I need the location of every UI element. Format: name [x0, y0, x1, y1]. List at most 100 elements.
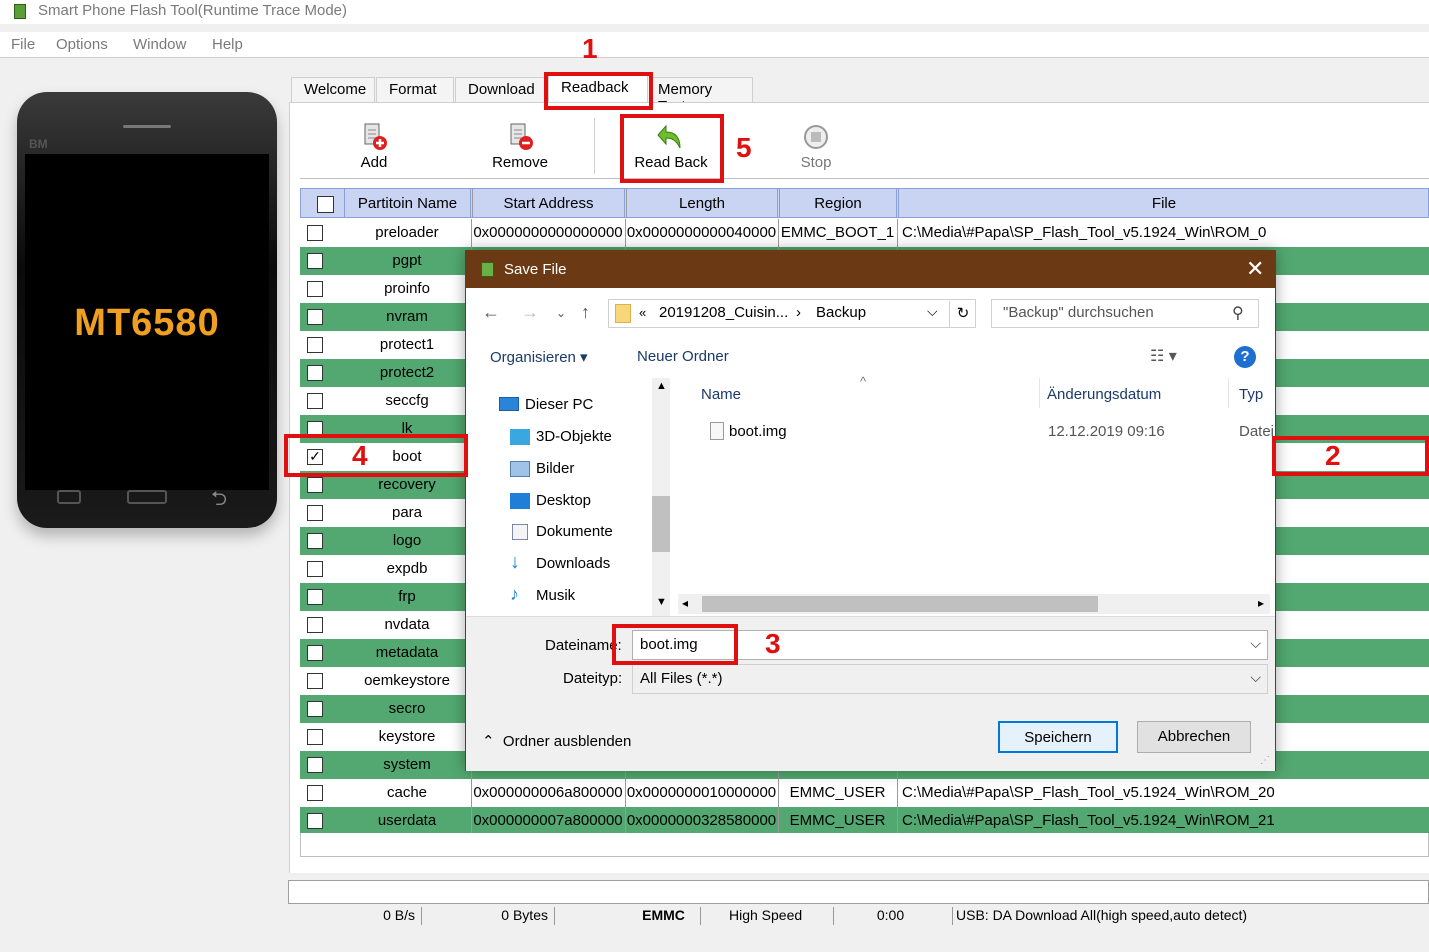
path-folder-1[interactable]: 20191208_Cuisin... — [659, 304, 788, 321]
row-checkbox[interactable] — [307, 309, 323, 325]
menu-file[interactable]: File — [11, 36, 35, 53]
horizontal-scroll-thumb[interactable] — [702, 596, 1098, 612]
column-name[interactable]: Name — [701, 386, 741, 403]
row-checkbox[interactable] — [307, 365, 323, 381]
scroll-down-icon[interactable]: ▼ — [656, 596, 667, 608]
row-checkbox[interactable] — [307, 701, 323, 717]
header-length[interactable]: Length — [626, 189, 778, 217]
hide-folders-toggle[interactable]: ⌃ Ordner ausblenden — [482, 732, 631, 750]
scroll-up-icon[interactable]: ▲ — [656, 380, 667, 392]
row-select-cell — [300, 527, 344, 555]
length: 0x0000000328580000 — [625, 807, 777, 835]
nav-this-pc[interactable]: Dieser PC — [499, 396, 593, 413]
nav-pictures[interactable]: Bilder — [510, 460, 574, 477]
search-input[interactable]: "Backup" durchsuchen ⚲ — [991, 299, 1259, 328]
row-checkbox[interactable] — [307, 645, 323, 661]
row-checkbox[interactable] — [307, 477, 323, 493]
filename-dropdown-icon[interactable]: ⌵ — [1250, 635, 1261, 652]
table-row[interactable]: preloader 0x0000000000000000 0x00000000000… — [300, 219, 1429, 247]
start-address: 0x0000000000000000 — [471, 219, 624, 247]
nav-music[interactable]: ♪ Musik — [510, 584, 575, 604]
row-checkbox[interactable] — [307, 281, 323, 297]
close-icon[interactable]: ✕ — [1246, 256, 1264, 282]
select-all-checkbox[interactable] — [317, 196, 334, 213]
tab-format[interactable]: Format — [376, 77, 454, 102]
row-checkbox[interactable] — [307, 785, 323, 801]
add-button[interactable]: Add — [350, 122, 398, 171]
address-dropdown-icon[interactable]: ⌵ — [927, 303, 938, 320]
partition-name: preloader — [375, 224, 439, 241]
path-folder-2[interactable]: Backup — [816, 304, 866, 321]
annotation-number-3: 3 — [765, 628, 781, 659]
back-arrow-icon[interactable]: ← — [482, 302, 500, 323]
tab-welcome[interactable]: Welcome — [291, 77, 375, 102]
nav-downloads[interactable]: ↓ Downloads — [510, 551, 610, 573]
file-path[interactable]: C:\Media\#Papa\SP_Flash_Tool_v5.1924_Win… — [897, 779, 1429, 807]
forward-arrow-icon[interactable]: → — [521, 302, 539, 323]
menu-help[interactable]: Help — [212, 36, 243, 53]
row-checkbox[interactable] — [307, 505, 323, 521]
help-icon[interactable]: ? — [1234, 346, 1256, 368]
sort-arrow-icon: ^ — [860, 374, 867, 389]
tab-download[interactable]: Download — [455, 77, 547, 102]
add-label: Add — [360, 154, 388, 171]
row-checkbox[interactable] — [307, 729, 323, 745]
annotation-box-readback-tab — [544, 72, 653, 110]
scroll-right-icon[interactable]: ▸ — [1258, 596, 1264, 610]
filetype-dropdown-icon[interactable]: ⌵ — [1250, 669, 1261, 686]
resize-grip-icon[interactable]: ⋰ — [1260, 755, 1270, 766]
up-arrow-icon[interactable]: ↑ — [581, 302, 590, 323]
organize-menu[interactable]: Organisieren ▾ — [490, 348, 588, 366]
row-checkbox[interactable] — [307, 757, 323, 773]
partition-name: logo — [392, 532, 422, 549]
row-checkbox[interactable] — [307, 589, 323, 605]
header-region[interactable]: Region — [779, 189, 897, 217]
header-start-address[interactable]: Start Address — [472, 189, 625, 217]
table-empty-area — [300, 833, 1429, 857]
file-path[interactable]: C:\Media\#Papa\SP_Flash_Tool_v5.1924_Win… — [897, 219, 1429, 247]
stop-button[interactable]: Stop — [796, 122, 836, 171]
new-folder-button[interactable]: Neuer Ordner — [637, 348, 729, 365]
table-row[interactable]: cache 0x000000006a800000 0x000000001000000… — [300, 779, 1429, 807]
view-options-icon[interactable]: ☷ ▾ — [1150, 346, 1177, 366]
nav-documents[interactable]: Dokumente — [512, 523, 613, 540]
path-overflow[interactable]: « — [639, 305, 646, 320]
row-select-cell — [300, 303, 344, 331]
window-title: Smart Phone Flash Tool(Runtime Trace Mod… — [38, 2, 348, 19]
row-checkbox[interactable] — [307, 561, 323, 577]
row-checkbox[interactable] — [307, 813, 323, 829]
refresh-icon[interactable]: ↻ — [949, 301, 976, 328]
row-checkbox[interactable] — [307, 673, 323, 689]
row-checkbox[interactable] — [307, 617, 323, 633]
menu-window[interactable]: Window — [133, 36, 186, 53]
chevron-up-icon: ⌃ — [482, 733, 495, 750]
save-button[interactable]: Speichern — [998, 721, 1118, 753]
header-partition-name[interactable]: Partitoin Name — [345, 189, 471, 217]
title-bar: Smart Phone Flash Tool(Runtime Trace Mod… — [0, 0, 1429, 24]
nav-scroll-thumb[interactable] — [652, 496, 670, 552]
column-date[interactable]: Änderungsdatum — [1047, 386, 1161, 403]
file-path[interactable]: C:\Media\#Papa\SP_Flash_Tool_v5.1924_Win… — [897, 807, 1429, 835]
remove-button[interactable]: Remove — [490, 122, 550, 171]
row-checkbox[interactable] — [307, 253, 323, 269]
menu-options[interactable]: Options — [56, 36, 108, 53]
row-checkbox[interactable] — [307, 337, 323, 353]
row-select-cell — [300, 779, 344, 807]
scroll-left-icon[interactable]: ◂ — [682, 596, 688, 610]
tab-memory-test[interactable]: Memory Test — [649, 77, 753, 115]
row-checkbox[interactable] — [307, 393, 323, 409]
table-row[interactable]: userdata 0x000000007a800000 0x000000032858… — [300, 807, 1429, 835]
row-checkbox[interactable] — [307, 225, 323, 241]
nav-3d-objects[interactable]: 3D-Objekte — [510, 428, 612, 445]
cancel-button[interactable]: Abbrechen — [1137, 721, 1251, 753]
region: EMMC_USER — [778, 779, 896, 807]
row-select-cell — [300, 275, 344, 303]
recent-chevron-icon[interactable]: ⌄ — [556, 306, 566, 320]
filetype-select[interactable]: All Files (*.*) ⌵ — [632, 664, 1268, 694]
header-file[interactable]: File — [898, 189, 1429, 217]
file-row[interactable]: boot.img 12.12.2019 09:16 Datei — [702, 418, 1274, 446]
row-checkbox[interactable] — [307, 533, 323, 549]
nav-desktop[interactable]: Desktop — [510, 492, 591, 509]
column-type[interactable]: Typ — [1239, 386, 1263, 403]
address-bar[interactable]: « 20191208_Cuisin... › Backup ⌵ ↻ — [608, 299, 976, 328]
